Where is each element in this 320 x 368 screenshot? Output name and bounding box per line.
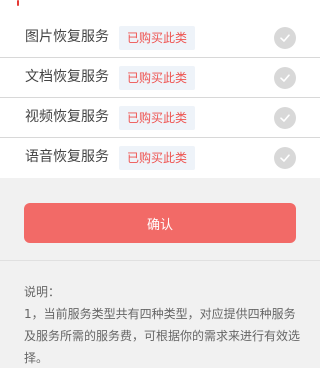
service-label: 文档恢复服务	[25, 69, 109, 85]
notes-item: 1，当前服务类型共有四种类型，对应提供四种服务及服务所需的服务费，可根据你的需求…	[24, 307, 301, 365]
notes-title: 说明：	[24, 285, 61, 299]
divider	[0, 260, 320, 261]
check-icon[interactable]	[274, 147, 296, 169]
service-label: 视频恢复服务	[25, 109, 109, 125]
service-row-voice[interactable]: 语音恢复服务 已购买此类	[0, 138, 320, 178]
check-icon[interactable]	[274, 67, 296, 89]
check-icon[interactable]	[274, 107, 296, 129]
purchased-badge: 已购买此类	[119, 146, 196, 170]
purchased-badge: 已购买此类	[119, 66, 196, 90]
service-row-image[interactable]: 图片恢复服务 已购买此类	[0, 18, 320, 58]
service-row-document[interactable]: 文档恢复服务 已购买此类	[0, 58, 320, 98]
service-list: 图片恢复服务 已购买此类 文档恢复服务 已购买此类 视频恢复服务 已购买此类 语…	[0, 18, 320, 178]
service-label: 图片恢复服务	[25, 29, 109, 45]
top-strip	[0, 0, 320, 18]
purchased-badge: 已购买此类	[119, 26, 196, 50]
accent-bar	[17, 0, 19, 6]
notes-section: 说明： 1，当前服务类型共有四种类型，对应提供四种服务及服务所需的服务费，可根据…	[24, 281, 300, 368]
check-icon[interactable]	[274, 27, 296, 49]
service-label: 语音恢复服务	[25, 149, 109, 165]
service-row-video[interactable]: 视频恢复服务 已购买此类	[0, 98, 320, 138]
purchased-badge: 已购买此类	[119, 106, 196, 130]
confirm-button[interactable]: 确认	[24, 203, 296, 243]
